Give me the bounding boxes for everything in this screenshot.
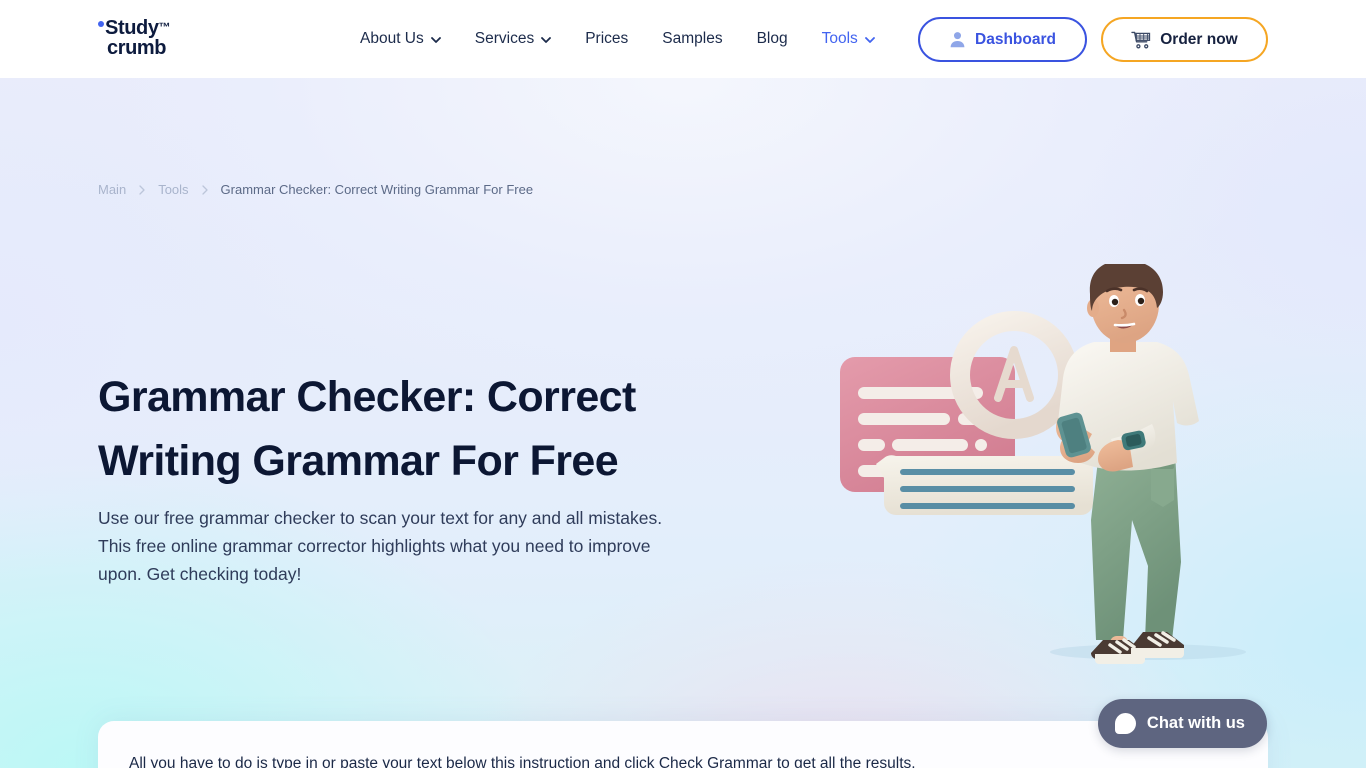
nav-item-tools[interactable]: Tools <box>805 0 892 78</box>
nav-label: Samples <box>662 30 723 47</box>
order-now-button[interactable]: Order now <box>1101 17 1268 62</box>
chat-bubble-icon <box>1114 713 1136 734</box>
breadcrumb-item-main[interactable]: Main <box>98 182 126 197</box>
nav-item-blog[interactable]: Blog <box>740 0 805 78</box>
chat-with-us-button[interactable]: Chat with us <box>1097 699 1267 748</box>
nav-label: Blog <box>756 30 788 47</box>
hero-illustration <box>818 264 1250 674</box>
chevron-down-icon <box>430 37 441 43</box>
nav-label: Tools <box>821 30 858 47</box>
nav-label: Prices <box>585 30 629 47</box>
chevron-down-icon <box>864 37 875 43</box>
breadcrumb-separator-icon <box>201 184 208 195</box>
nav-item-services[interactable]: Services <box>458 0 568 78</box>
instruction-card: All you have to do is type in or paste y… <box>98 721 1268 768</box>
logo-dot-icon <box>98 21 104 27</box>
site-header: Study™ crumb About Us Services Prices Sa… <box>0 0 1366 78</box>
dashboard-button-label: Dashboard <box>975 30 1056 48</box>
person-icon <box>949 31 966 48</box>
logo-line-2: crumb <box>107 37 167 59</box>
trademark-symbol: ™ <box>158 20 171 34</box>
hero-section: Main Tools Grammar Checker: Correct Writ… <box>0 78 1366 768</box>
nav-item-samples[interactable]: Samples <box>645 0 739 78</box>
order-now-button-label: Order now <box>1160 30 1238 48</box>
nav-item-prices[interactable]: Prices <box>568 0 645 78</box>
page-title: Grammar Checker: Correct Writing Grammar… <box>98 373 636 485</box>
logo[interactable]: Study™ crumb <box>98 17 208 63</box>
breadcrumb: Main Tools Grammar Checker: Correct Writ… <box>98 182 533 197</box>
nav-item-about-us[interactable]: About Us <box>360 0 458 78</box>
logo-line-1: Study™ <box>105 17 171 39</box>
chevron-down-icon <box>541 37 552 43</box>
page-subtitle: Use our free grammar checker to scan you… <box>98 508 663 584</box>
chat-widget-label: Chat with us <box>1146 714 1245 732</box>
breadcrumb-separator-icon <box>139 184 145 195</box>
instruction-line-1: All you have to do is type in or paste y… <box>129 755 916 768</box>
shopping-cart-icon <box>1131 31 1151 49</box>
header-actions: Dashboard Order now <box>918 17 1268 62</box>
main-navigation: About Us Services Prices Samples Blog To… <box>360 0 892 78</box>
breadcrumb-item-current: Grammar Checker: Correct Writing Grammar… <box>220 182 534 197</box>
breadcrumb-item-tools[interactable]: Tools <box>158 182 188 197</box>
nav-label: Services <box>474 30 535 47</box>
speech-bubble-card <box>876 455 1093 515</box>
dashboard-button[interactable]: Dashboard <box>918 17 1087 62</box>
nav-label: About Us <box>360 30 424 47</box>
